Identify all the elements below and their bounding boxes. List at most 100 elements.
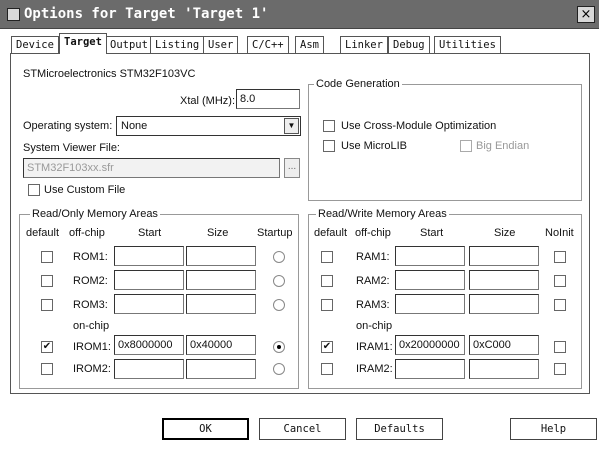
rom-header-offchip: off-chip: [69, 227, 105, 239]
tab-target[interactable]: Target: [59, 33, 107, 54]
ram3-noinit-checkbox[interactable]: [554, 299, 566, 311]
ram-header-default: default: [314, 227, 348, 239]
irom1-default-checkbox[interactable]: ✔: [41, 341, 53, 353]
rom1-size-input[interactable]: [186, 246, 256, 266]
ram3-start-input[interactable]: [395, 294, 465, 314]
xtal-label: Xtal (MHz):: [180, 95, 235, 107]
rom3-default-checkbox[interactable]: [41, 299, 53, 311]
iram1-default-checkbox[interactable]: ✔: [321, 341, 333, 353]
tab-device[interactable]: Device: [11, 36, 59, 53]
ram-header-start: Start: [420, 227, 444, 239]
rom-header-startup: Startup: [257, 227, 293, 239]
chevron-down-icon[interactable]: ▼: [284, 118, 299, 134]
tab-utilities[interactable]: Utilities: [434, 36, 501, 53]
ok-button[interactable]: OK: [162, 418, 249, 440]
rom1-default-checkbox[interactable]: [41, 251, 53, 263]
big-endian-label: Big Endian: [476, 140, 530, 152]
iram2-noinit-checkbox[interactable]: [554, 363, 566, 375]
irom2-size-input[interactable]: [186, 359, 256, 379]
rom2-size-input[interactable]: [186, 270, 256, 290]
svf-input[interactable]: STM32F103xx.sfr: [23, 158, 280, 178]
svf-browse-button[interactable]: ...: [284, 158, 300, 178]
ram1-noinit-checkbox[interactable]: [554, 251, 566, 263]
device-name: STMicroelectronics STM32F103VC: [23, 68, 196, 80]
help-button[interactable]: Help: [510, 418, 597, 440]
rom-onchip-label: on-chip: [73, 320, 110, 332]
microlib-checkbox[interactable]: [323, 140, 335, 152]
tab-c-cpp[interactable]: C/C++: [247, 36, 289, 53]
irom2-default-checkbox[interactable]: [41, 363, 53, 375]
irom1-size-input[interactable]: 0x40000: [186, 335, 256, 355]
rom2-label: ROM2:: [73, 275, 108, 287]
xtal-input[interactable]: 8.0: [236, 89, 300, 109]
defaults-button[interactable]: Defaults: [356, 418, 443, 440]
ram-header-noinit: NoInit: [545, 227, 574, 239]
irom1-label: IROM1:: [73, 341, 111, 353]
ram1-label: RAM1:: [356, 251, 390, 263]
cancel-button[interactable]: Cancel: [259, 418, 346, 440]
ram1-default-checkbox[interactable]: [321, 251, 333, 263]
irom2-label: IROM2:: [73, 363, 111, 375]
ram-header-size: Size: [494, 227, 516, 239]
rom-header-size: Size: [207, 227, 229, 239]
tab-user[interactable]: User: [203, 36, 239, 53]
cross-module-checkbox[interactable]: [323, 120, 335, 132]
irom1-start-input[interactable]: 0x8000000: [114, 335, 184, 355]
ram-group-title: Read/Write Memory Areas: [316, 208, 449, 221]
iram1-start-input[interactable]: 0x20000000: [395, 335, 465, 355]
target-options-panel: STMicroelectronics STM32F103VC Xtal (MHz…: [10, 53, 590, 394]
ram3-size-input[interactable]: [469, 294, 539, 314]
iram2-label: IRAM2:: [356, 363, 393, 375]
rom3-size-input[interactable]: [186, 294, 256, 314]
tab-debug[interactable]: Debug: [388, 36, 430, 53]
app-icon: [7, 8, 20, 21]
rom1-label: ROM1:: [73, 251, 108, 263]
use-custom-file-checkbox[interactable]: [28, 184, 40, 196]
rom-header-start: Start: [138, 227, 162, 239]
rom2-startup-radio[interactable]: [273, 275, 285, 287]
rom-group-title: Read/Only Memory Areas: [30, 208, 160, 221]
iram1-size-input[interactable]: 0xC000: [469, 335, 539, 355]
rom2-start-input[interactable]: [114, 270, 184, 290]
ram2-label: RAM2:: [356, 275, 390, 287]
iram2-size-input[interactable]: [469, 359, 539, 379]
os-label: Operating system:: [23, 120, 113, 132]
ram2-start-input[interactable]: [395, 270, 465, 290]
ram3-label: RAM3:: [356, 299, 390, 311]
ram1-size-input[interactable]: [469, 246, 539, 266]
tab-listing[interactable]: Listing: [150, 36, 205, 53]
iram2-start-input[interactable]: [395, 359, 465, 379]
ram-onchip-label: on-chip: [356, 320, 393, 332]
irom1-startup-radio[interactable]: [273, 341, 285, 353]
close-button[interactable]: ×: [577, 6, 595, 23]
tab-output[interactable]: Output: [105, 36, 153, 53]
iram2-default-checkbox[interactable]: [321, 363, 333, 375]
ram1-start-input[interactable]: [395, 246, 465, 266]
cross-module-label: Use Cross-Module Optimization: [341, 120, 497, 132]
irom2-start-input[interactable]: [114, 359, 184, 379]
ram2-noinit-checkbox[interactable]: [554, 275, 566, 287]
use-custom-file-label: Use Custom File: [44, 184, 126, 196]
os-select-value: None: [121, 120, 148, 132]
rom1-start-input[interactable]: [114, 246, 184, 266]
big-endian-checkbox[interactable]: [460, 140, 472, 152]
ram3-default-checkbox[interactable]: [321, 299, 333, 311]
rom3-startup-radio[interactable]: [273, 299, 285, 311]
microlib-label: Use MicroLIB: [341, 140, 408, 152]
iram1-noinit-checkbox[interactable]: [554, 341, 566, 353]
iram1-label: IRAM1:: [356, 341, 393, 353]
irom2-startup-radio[interactable]: [273, 363, 285, 375]
rom2-default-checkbox[interactable]: [41, 275, 53, 287]
tab-linker[interactable]: Linker: [340, 36, 388, 53]
rom-header-default: default: [26, 227, 60, 239]
ram2-size-input[interactable]: [469, 270, 539, 290]
svf-label: System Viewer File:: [23, 142, 120, 154]
ram2-default-checkbox[interactable]: [321, 275, 333, 287]
rom3-start-input[interactable]: [114, 294, 184, 314]
os-select[interactable]: None: [116, 116, 301, 136]
tab-asm[interactable]: Asm: [295, 36, 324, 53]
rom3-label: ROM3:: [73, 299, 108, 311]
ram-header-offchip: off-chip: [355, 227, 391, 239]
title-bar: Options for Target 'Target 1' ×: [0, 0, 599, 29]
rom1-startup-radio[interactable]: [273, 251, 285, 263]
